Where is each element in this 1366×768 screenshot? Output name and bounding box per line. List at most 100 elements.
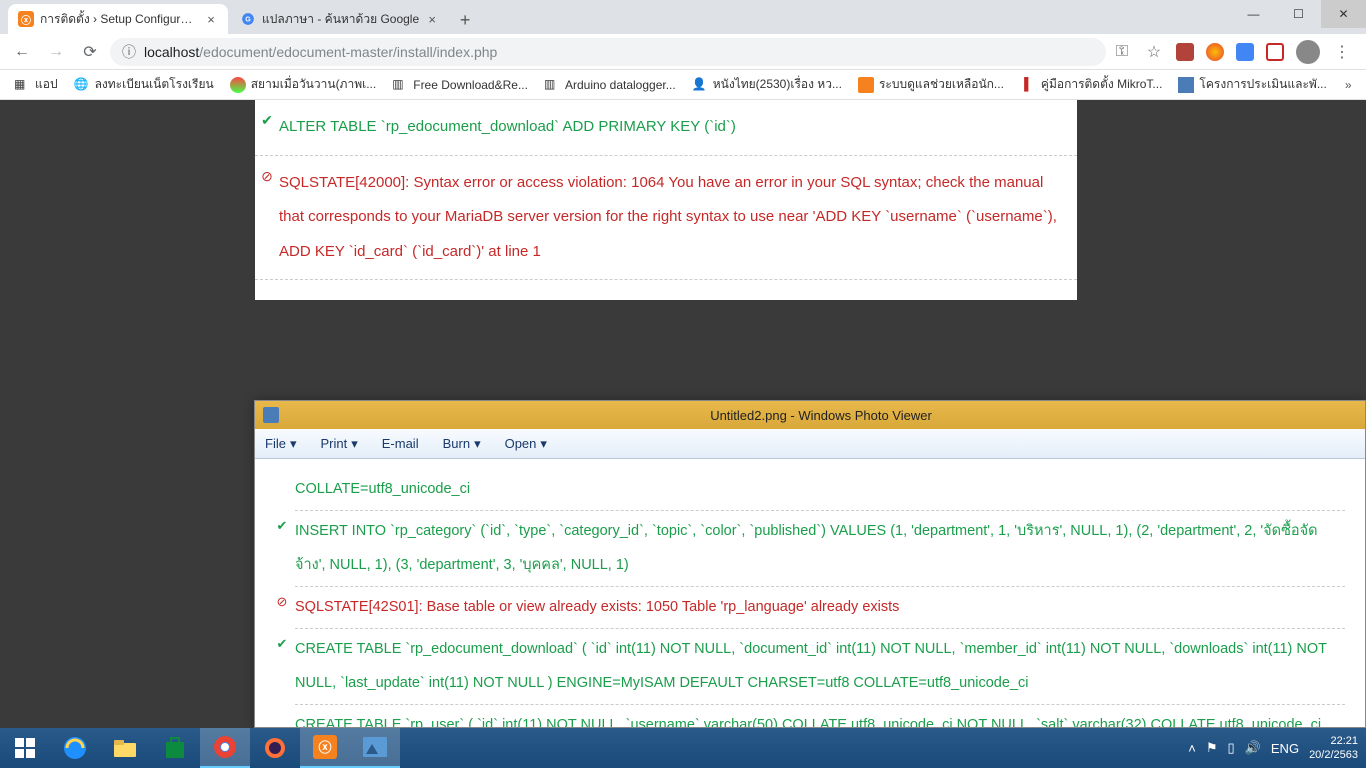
svg-text:G: G	[245, 16, 251, 23]
bars-icon: ▥	[392, 77, 408, 93]
check-icon: ✔	[273, 633, 291, 652]
bookmarks-bar: ▦แอป 🌐ลงทะเบียนเน็ตโรงเรียน สยามเมื่อวัน…	[0, 70, 1366, 100]
tray-volume-icon[interactable]: 🔊	[1245, 740, 1261, 756]
photo-viewer-body: COLLATE=utf8_unicode_ci ✔ INSERT INTO `r…	[255, 459, 1365, 727]
tab-2[interactable]: G แปลภาษา - ค้นหาด้วย Google ×	[230, 4, 449, 34]
tab-close-icon[interactable]: ×	[204, 12, 218, 26]
bookmark-item[interactable]: 👤หนังไทย(2530)เรื่อง หว...	[686, 71, 848, 98]
bookmark-star-icon[interactable]: ☆	[1144, 42, 1164, 62]
ext-icon-2[interactable]	[1206, 43, 1224, 61]
bookmark-item[interactable]: ระบบดูแลช่วยเหลือนัก...	[852, 71, 1010, 98]
tray-date: 20/2/2563	[1309, 748, 1358, 762]
log-text: CREATE TABLE `rp_edocument_download` ( `…	[295, 633, 1345, 700]
taskbar-store[interactable]	[150, 728, 200, 768]
check-icon: ✔	[255, 110, 279, 129]
back-button[interactable]: ←	[8, 38, 36, 66]
dropdown-icon: ▾	[351, 436, 358, 452]
bookmark-item[interactable]: โครงการประเมินและพั...	[1172, 71, 1332, 98]
tray-up-icon[interactable]: ˄	[1188, 741, 1196, 756]
site-info-icon[interactable]: ⓘ	[122, 42, 136, 62]
photo-viewer-app-icon	[263, 407, 279, 423]
bookmarks-overflow[interactable]: »	[1337, 78, 1360, 92]
xampp-icon: ⓧ	[18, 11, 34, 27]
tab-1[interactable]: ⓧ การติดตั้ง › Setup Configuration Fi...…	[8, 4, 228, 34]
taskbar-firefox[interactable]	[250, 728, 300, 768]
log-text: COLLATE=utf8_unicode_ci	[295, 473, 1345, 506]
new-tab-button[interactable]: +	[451, 6, 479, 34]
forward-button[interactable]: →	[42, 38, 70, 66]
photo-viewer-menubar: File ▾ Print ▾ E-mail Burn ▾ Open ▾	[255, 429, 1365, 459]
taskbar-xampp[interactable]: ⓧ	[300, 728, 350, 768]
log-row: ⊘ SQLSTATE[42S01]: Base table or view al…	[295, 587, 1345, 629]
log-row: CREATE TABLE `rp_user` ( `id` int(11) NO…	[295, 705, 1345, 727]
color-icon	[230, 77, 246, 93]
reload-button[interactable]: ⟳	[76, 38, 104, 66]
log-row: ✔ CREATE TABLE `rp_edocument_download` (…	[295, 629, 1345, 705]
log-row: ⊘ SQLSTATE[42000]: Syntax error or acces…	[255, 156, 1077, 281]
browser-toolbar: ← → ⟳ ⓘ localhost/edocument/edocument-ma…	[0, 34, 1366, 70]
close-window-button[interactable]: ✕	[1321, 0, 1366, 28]
apps-bookmark[interactable]: ▦แอป	[8, 71, 64, 98]
bookmark-item[interactable]: สยามเมื่อวันวาน(ภาพเ...	[224, 71, 383, 98]
profile-avatar[interactable]	[1296, 40, 1320, 64]
address-bar[interactable]: ⓘ localhost/edocument/edocument-master/i…	[110, 38, 1106, 66]
tab-title: แปลภาษา - ค้นหาด้วย Google	[262, 10, 419, 29]
tab-strip: ⓧ การติดตั้ง › Setup Configuration Fi...…	[0, 0, 1366, 34]
ext-icon-4[interactable]	[1266, 43, 1284, 61]
taskbar-ie[interactable]	[50, 728, 100, 768]
page-viewport: ✔ ALTER TABLE `rp_edocument_download` AD…	[0, 100, 1366, 768]
taskbar-photoviewer[interactable]	[350, 728, 400, 768]
pv-menu-open[interactable]: Open ▾	[505, 436, 547, 452]
taskbar-explorer[interactable]	[100, 728, 150, 768]
pv-menu-email[interactable]: E-mail	[382, 436, 419, 451]
bookmark-item[interactable]: ▐คู่มือการติดตั้ง MikroT...	[1014, 71, 1169, 98]
translate-ext-icon[interactable]	[1236, 43, 1254, 61]
xampp-icon	[858, 77, 874, 93]
globe-icon: 🌐	[74, 77, 90, 93]
taskbar: ⓧ ˄ ⚑ ▯ 🔊 ENG 22:21 20/2/2563	[0, 728, 1366, 768]
maximize-button[interactable]: ☐	[1276, 0, 1321, 28]
photo-viewer-titlebar[interactable]: Untitled2.png - Windows Photo Viewer	[255, 401, 1365, 429]
pv-menu-file[interactable]: File ▾	[265, 436, 296, 452]
tray-lang[interactable]: ENG	[1271, 741, 1299, 756]
dropdown-icon: ▾	[474, 436, 481, 452]
tray-flag-icon[interactable]: ⚑	[1206, 740, 1218, 756]
bookmark-item[interactable]: ▥Free Download&Re...	[386, 73, 534, 97]
log-text: ALTER TABLE `rp_edocument_download` ADD …	[279, 110, 1069, 145]
tab-title: การติดตั้ง › Setup Configuration Fi...	[40, 10, 198, 29]
url-path: /edocument/edocument-master/install/inde…	[199, 44, 497, 60]
log-row: ✔ ALTER TABLE `rp_edocument_download` AD…	[255, 100, 1077, 156]
log-text: SQLSTATE[42000]: Syntax error or access …	[279, 166, 1069, 270]
tray-batt-ance-icon[interactable]: ▯	[1228, 740, 1235, 756]
chrome-menu-icon[interactable]: ⋮	[1332, 42, 1352, 62]
pv-menu-print[interactable]: Print ▾	[320, 436, 357, 452]
taskbar-chrome[interactable]	[200, 728, 250, 768]
dropdown-icon: ▾	[290, 436, 297, 452]
bookmark-item[interactable]: ▥Arduino datalogger...	[538, 73, 682, 97]
tray-time: 22:21	[1309, 734, 1358, 748]
start-button[interactable]	[0, 728, 50, 768]
pv-menu-burn[interactable]: Burn ▾	[443, 436, 481, 452]
log-text: CREATE TABLE `rp_user` ( `id` int(11) NO…	[295, 709, 1345, 727]
tray-clock[interactable]: 22:21 20/2/2563	[1309, 734, 1358, 763]
install-log-panel: ✔ ALTER TABLE `rp_edocument_download` AD…	[255, 100, 1077, 300]
photo-viewer-window: Untitled2.png - Windows Photo Viewer Fil…	[254, 400, 1366, 728]
minimize-button[interactable]: —	[1231, 0, 1276, 28]
bars-icon: ▥	[544, 77, 560, 93]
dropdown-icon: ▾	[540, 436, 547, 452]
password-key-icon[interactable]: ⚿	[1112, 42, 1132, 62]
adobe-ext-icon[interactable]	[1176, 43, 1194, 61]
tab-close-icon[interactable]: ×	[425, 12, 439, 26]
face-icon: 👤	[692, 77, 708, 93]
blue-icon	[1178, 77, 1194, 93]
bookmark-item[interactable]: 🌐ลงทะเบียนเน็ตโรงเรียน	[68, 71, 220, 98]
log-text: INSERT INTO `rp_category` (`id`, `type`,…	[295, 515, 1345, 582]
check-icon: ✔	[273, 515, 291, 534]
red-icon: ▐	[1020, 77, 1036, 93]
log-text: SQLSTATE[42S01]: Base table or view alre…	[295, 591, 1345, 624]
photo-viewer-title: Untitled2.png - Windows Photo Viewer	[285, 408, 1357, 423]
error-icon: ⊘	[273, 591, 291, 610]
google-icon: G	[240, 11, 256, 27]
svg-text:ⓧ: ⓧ	[318, 740, 331, 755]
url-host: localhost	[144, 44, 199, 60]
